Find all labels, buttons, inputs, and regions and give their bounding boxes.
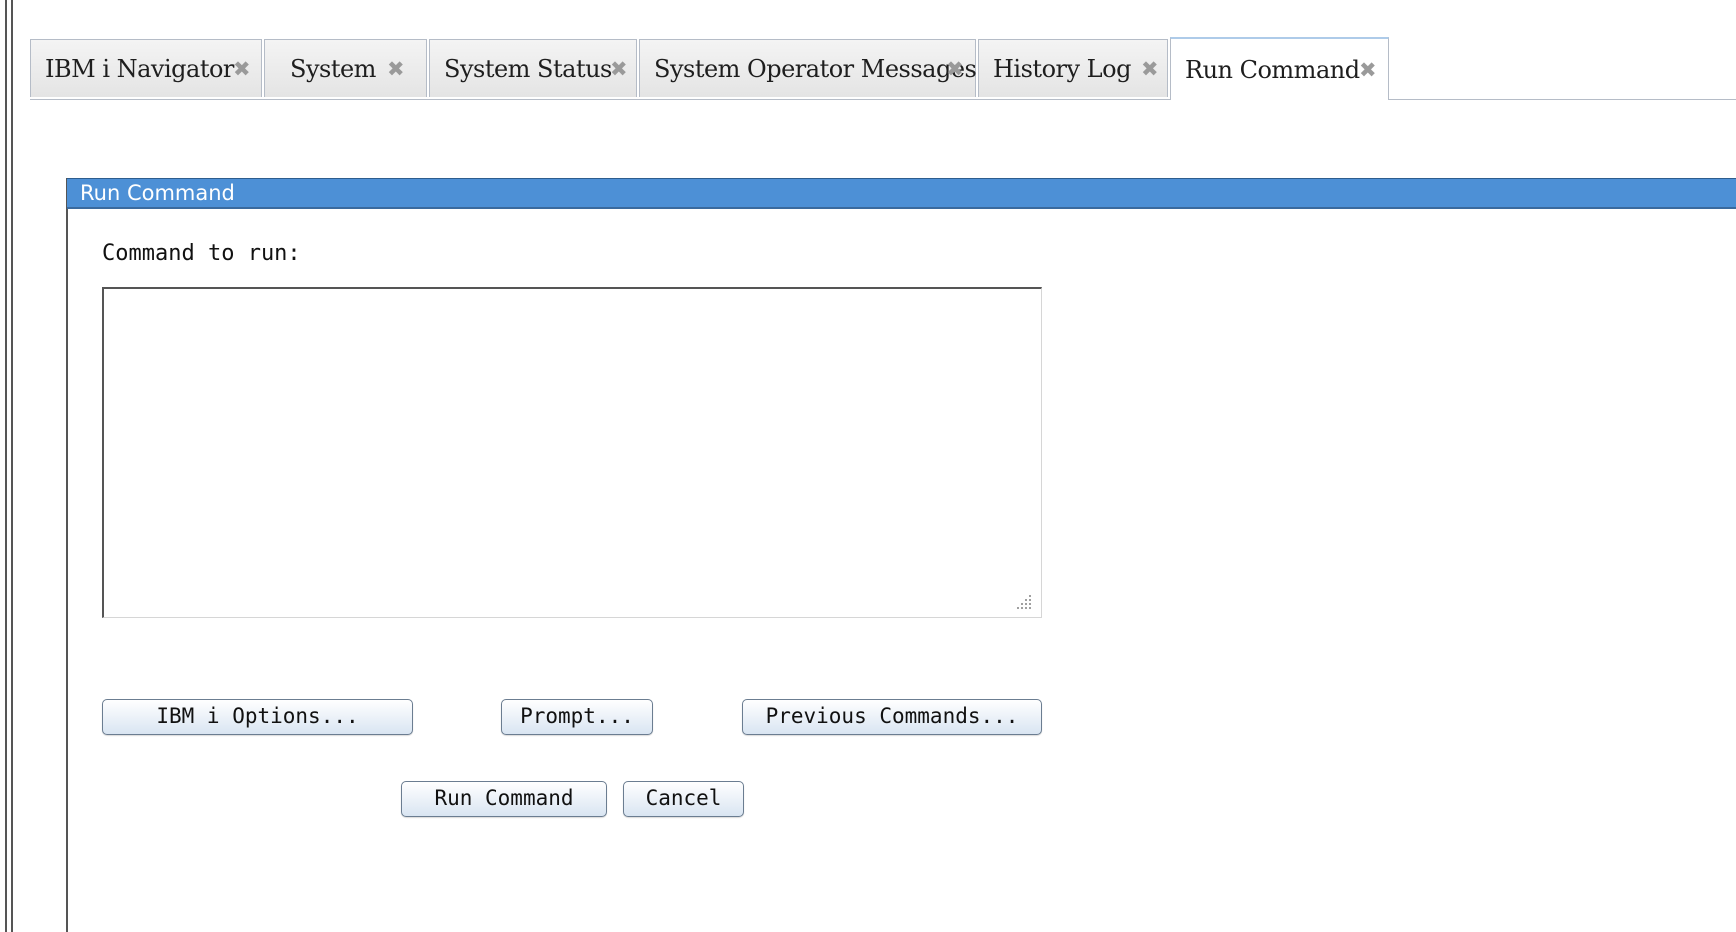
tab-label: History Log xyxy=(993,55,1131,83)
panel-left-border xyxy=(66,178,68,932)
close-icon[interactable]: ✖ xyxy=(233,40,251,98)
previous-commands-button[interactable]: Previous Commands... xyxy=(742,699,1042,735)
ibm-i-options-button[interactable]: IBM i Options... xyxy=(102,699,413,735)
tab-run-command[interactable]: Run Command ✖ xyxy=(1170,37,1389,100)
close-icon[interactable]: ✖ xyxy=(946,40,964,98)
prompt-button[interactable]: Prompt... xyxy=(501,699,653,735)
tab-label: Run Command xyxy=(1185,56,1360,84)
close-icon[interactable]: ✖ xyxy=(1359,41,1377,99)
tab-system-status[interactable]: System Status ✖ xyxy=(429,39,637,97)
tab-history-log[interactable]: History Log ✖ xyxy=(978,39,1168,97)
tab-label: System Status xyxy=(444,55,612,83)
close-icon[interactable]: ✖ xyxy=(387,40,405,98)
close-icon[interactable]: ✖ xyxy=(1141,40,1159,98)
tab-system[interactable]: System ✖ xyxy=(264,39,427,97)
tab-label: System xyxy=(290,55,376,83)
cancel-button[interactable]: Cancel xyxy=(623,781,744,817)
command-label: Command to run: xyxy=(102,241,301,266)
run-command-button[interactable]: Run Command xyxy=(401,781,607,817)
panel-title: Run Command xyxy=(80,181,235,205)
close-icon[interactable]: ✖ xyxy=(610,40,628,98)
window-left-edge xyxy=(0,0,13,932)
resize-grip-icon[interactable] xyxy=(1014,592,1034,612)
tab-ibm-i-navigator[interactable]: IBM i Navigator ✖ xyxy=(30,39,262,97)
tab-label: IBM i Navigator xyxy=(45,55,234,83)
panel-header: Run Command xyxy=(67,178,1736,209)
tab-system-operator-messages[interactable]: System Operator Messages ✖ xyxy=(639,39,977,98)
command-textarea[interactable] xyxy=(102,287,1042,618)
tab-bar: IBM i Navigator ✖ System ✖ System Status… xyxy=(30,37,1736,100)
tab-label: System Operator Messages xyxy=(654,55,977,83)
